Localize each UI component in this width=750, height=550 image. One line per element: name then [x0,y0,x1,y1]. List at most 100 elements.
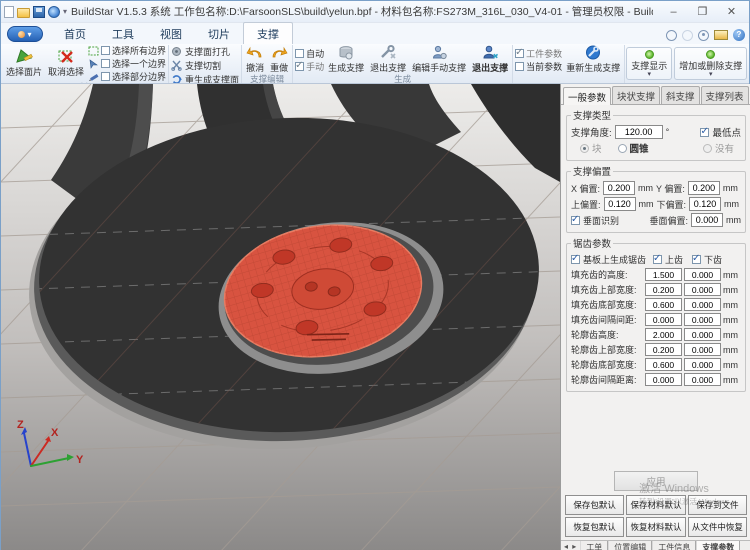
restore-package-default-button[interactable]: 恢复包默认 [565,517,624,537]
add-remove-support-button[interactable]: 增加或删除支撑 ▾ [674,47,747,80]
param-input-b[interactable] [684,373,721,386]
radio-block[interactable] [580,144,589,153]
tab-tools[interactable]: 工具 [99,23,147,44]
save-to-file-button[interactable]: 保存到文件 [688,495,747,515]
sawtooth-base-checkbox[interactable] [571,255,580,264]
checkbox-select-all-boundary[interactable]: 选择所有边界 [101,45,166,56]
param-input-b[interactable] [684,328,721,341]
checkbox-box[interactable] [101,72,110,81]
param-input-b[interactable] [684,343,721,356]
checkbox-workpiece-params[interactable]: 工件参数 [515,48,562,59]
checkbox-current-params[interactable]: 当前参数 [515,61,562,72]
open-folder-icon[interactable] [17,8,30,18]
tab-support[interactable]: 支撑 [243,22,293,44]
checkbox-box[interactable] [515,62,524,71]
edit-manual-support-button[interactable]: 编辑手动支撑 [410,45,468,74]
checkbox-auto[interactable]: 自动 [295,48,324,59]
regen-support-face-button[interactable]: 重生成支撑面 [171,73,239,84]
tab-view[interactable]: 视图 [147,23,195,44]
screen-options-icon[interactable] [714,30,728,40]
viewport-3d[interactable]: Z X Y [1,84,560,550]
minimize-button[interactable]: – [659,3,688,21]
param-input-b[interactable] [684,283,721,296]
help-icon[interactable]: ? [733,29,745,41]
quickbar-dropdown-icon[interactable]: ▾ [63,7,67,16]
radio-cone[interactable] [618,144,627,153]
vertical-face-checkbox[interactable] [571,216,580,225]
rect-select-icon[interactable] [88,45,99,56]
maximize-button[interactable]: ❐ [688,3,717,21]
generate-support-button[interactable]: 生成支撑 [326,45,366,74]
checkbox-box[interactable] [295,62,304,71]
checkbox-box[interactable] [515,49,524,58]
param-input-a[interactable] [645,313,682,326]
tab-slice[interactable]: 切片 [195,23,243,44]
param-input-b[interactable] [684,298,721,311]
param-input-a[interactable] [645,373,682,386]
x-offset-input[interactable] [603,181,635,195]
up-offset-input[interactable] [604,197,636,211]
checkbox-manual[interactable]: 手动 [295,61,324,72]
param-input-a[interactable] [645,358,682,371]
new-document-icon[interactable] [4,6,14,18]
circle-icon[interactable] [682,30,693,41]
save-material-default-button[interactable]: 保存材料默认 [626,495,685,515]
param-input-a[interactable] [645,268,682,281]
bottom-tab-part-info[interactable]: 工件信息 [652,541,696,550]
checkbox-select-part-boundary[interactable]: 选择部分边界 [101,71,166,82]
exit-support-button-2[interactable]: 退出支撑 [470,45,510,74]
restore-from-file-button[interactable]: 从文件中恢复 [688,517,747,537]
bottom-tab-support-params[interactable]: 支撑参数 [696,541,740,550]
app-menu-button[interactable]: ▾ [7,26,43,42]
checkbox-box[interactable] [101,59,110,68]
support-cut-button[interactable]: 支撑切割 [171,59,239,71]
bottom-tab-position-edit[interactable]: 位置编辑 [608,541,652,550]
deselect-button[interactable]: 取消选择 [46,49,86,78]
checkbox-select-one-boundary[interactable]: 选择一个边界 [101,58,166,69]
checkbox-box[interactable] [295,49,304,58]
lowest-point-checkbox[interactable] [700,128,709,137]
redo-button[interactable]: 重做 [268,45,290,74]
param-input-a[interactable] [645,343,682,356]
save-icon[interactable] [33,6,45,18]
tab-general-params[interactable]: 一般参数 [563,87,611,105]
select-facet-button[interactable]: 选择面片 [4,49,44,78]
pencil-icon[interactable] [88,71,99,82]
param-input-a[interactable] [645,298,682,311]
green-dot-icon [706,50,715,59]
y-offset-input[interactable] [688,181,720,195]
tab-slant-support[interactable]: 斜支撑 [661,86,700,104]
apply-button[interactable]: 应用 [614,471,698,491]
group-legend: 支撑类型 [571,108,613,122]
tab-support-list[interactable]: 支撑列表 [701,86,749,104]
tab-scroll-arrows[interactable]: ◂ ▸ [561,541,580,550]
compass-icon[interactable] [666,30,677,41]
lower-tooth-checkbox[interactable] [692,255,701,264]
checkbox-box[interactable] [101,46,110,55]
app-sphere-icon[interactable] [48,6,60,18]
angle-input[interactable] [615,125,663,139]
cursor-icon[interactable] [88,58,99,69]
param-input-b[interactable] [684,358,721,371]
save-package-default-button[interactable]: 保存包默认 [565,495,624,515]
tab-block-support[interactable]: 块状支撑 [612,86,660,104]
param-input-b[interactable] [684,268,721,281]
restore-material-default-button[interactable]: 恢复材料默认 [626,517,685,537]
param-label: 填充齿间隔间距: [571,313,643,326]
close-button[interactable]: ✕ [717,3,746,21]
gear-icon[interactable] [698,30,709,41]
param-input-a[interactable] [645,328,682,341]
param-input-a[interactable] [645,283,682,296]
vf-offset-input[interactable] [691,213,723,227]
bottom-tab-worklist[interactable]: 工单 [580,541,608,550]
radio-none[interactable] [703,144,712,153]
support-display-button[interactable]: 支撑显示 ▾ [626,47,672,80]
undo-button[interactable]: 撤消 [244,45,266,74]
support-punch-button[interactable]: 支撑面打孔 [171,45,239,57]
regenerate-support-button[interactable]: 重新生成支撑 [564,45,622,74]
param-input-b[interactable] [684,313,721,326]
upper-tooth-checkbox[interactable] [653,255,662,264]
down-offset-input[interactable] [689,197,721,211]
tab-home[interactable]: 首页 [51,23,99,44]
exit-support-button[interactable]: 退出支撑 [368,45,408,74]
